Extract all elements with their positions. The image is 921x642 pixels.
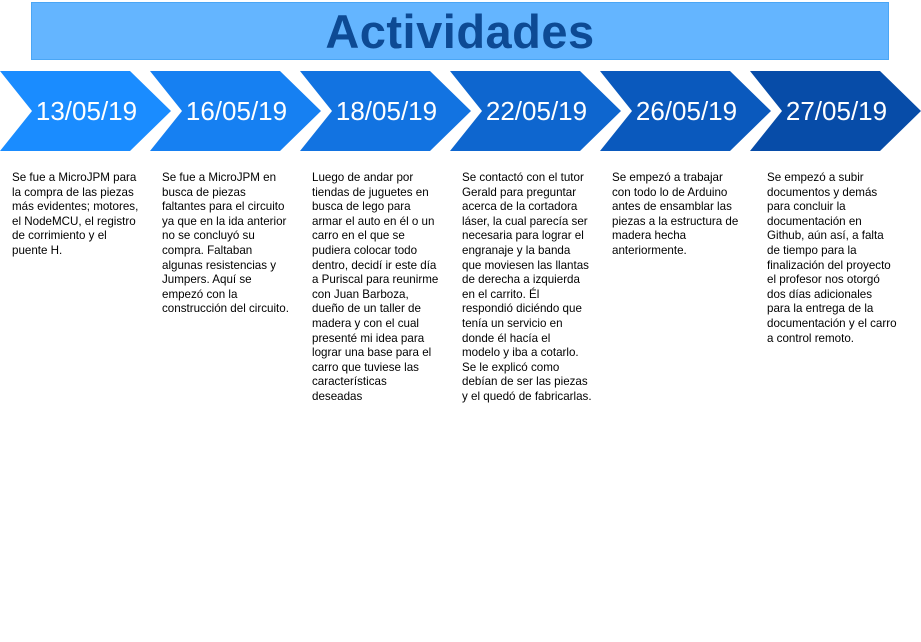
chevron-1 xyxy=(150,71,321,151)
timeline-description-0: Se fue a MicroJPM para la compra de las p… xyxy=(12,171,139,257)
chevron-4 xyxy=(600,71,771,151)
timeline-description-5: Se empezó a subir documentos y demás para … xyxy=(767,171,897,345)
timeline-description-3: Se contactó con el tutor Gerald para preg… xyxy=(462,171,592,403)
timeline-description-2: Luego de andar por tiendas de juguetes en… xyxy=(312,171,439,403)
timeline-description-1: Se fue a MicroJPM en busca de piezas falta… xyxy=(162,171,289,316)
chevron-0 xyxy=(0,71,171,151)
timeline-chevrons: 13/05/19 16/05/19 18/05/19 22/05/19 26/0… xyxy=(0,71,921,151)
chevron-5 xyxy=(750,71,921,151)
page-title: Actividades xyxy=(325,4,595,58)
timeline-description-4: Se empezó a trabajar con todo lo de Ardui… xyxy=(612,171,739,257)
title-banner: Actividades xyxy=(31,2,889,60)
chevron-3 xyxy=(450,71,621,151)
chevron-2 xyxy=(300,71,471,151)
